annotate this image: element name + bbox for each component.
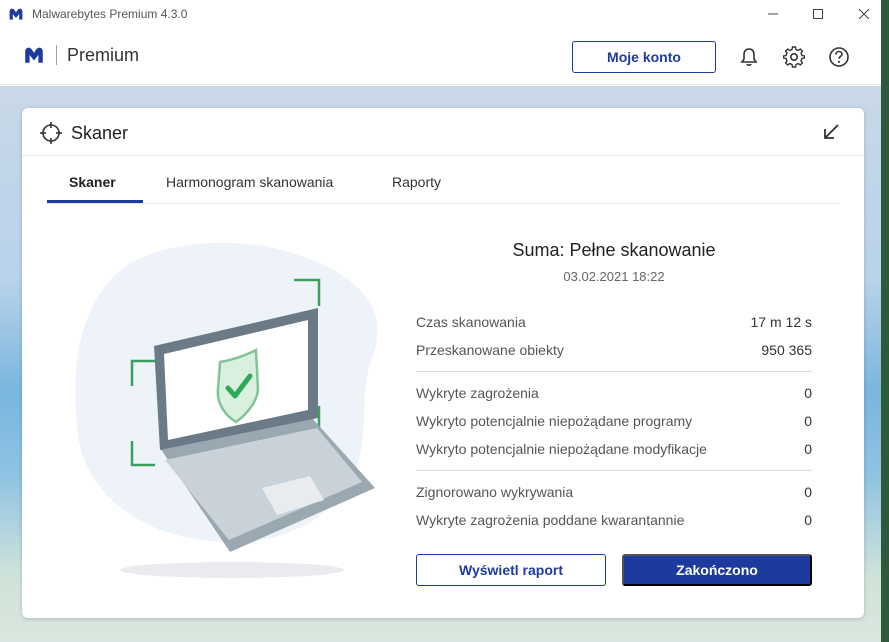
my-account-button[interactable]: Moje konto <box>572 41 716 73</box>
divider <box>416 371 812 372</box>
stat-row: Przeskanowane obiekty 950 365 <box>416 342 812 362</box>
active-tab-indicator <box>47 200 143 203</box>
brand-separator <box>56 45 57 65</box>
product-name: Premium <box>67 44 140 65</box>
stat-row: Wykryto potencjalnie niepożądane program… <box>416 413 812 433</box>
view-report-button[interactable]: Wyświetl raport <box>416 554 606 586</box>
stat-row: Wykryto potencjalnie niepożądane modyfik… <box>416 441 812 461</box>
stat-value: 17 m 12 s <box>750 314 812 330</box>
stat-value: 0 <box>804 413 812 429</box>
stat-value: 950 365 <box>761 342 812 358</box>
stat-label: Wykryto potencjalnie niepożądane program… <box>416 413 693 429</box>
summary-title: Suma: Pełne skanowanie <box>512 240 716 260</box>
stat-label: Wykryto potencjalnie niepożądane modyfik… <box>416 441 707 457</box>
bell-icon[interactable] <box>737 45 761 69</box>
crosshair-icon <box>40 122 62 144</box>
stat-label: Wykryte zagrożenia <box>416 385 539 401</box>
stat-row: Wykryte zagrożenia 0 <box>416 385 812 405</box>
stat-row: Zignorowano wykrywania 0 <box>416 484 812 504</box>
app-header: Premium Moje konto <box>0 28 889 85</box>
tab-bar: Skaner Harmonogram skanowania Raporty <box>47 156 839 204</box>
stat-value: 0 <box>804 512 812 528</box>
stat-value: 0 <box>804 441 812 457</box>
collapse-icon[interactable] <box>821 122 841 142</box>
card-title: Skaner <box>71 123 129 143</box>
stat-label: Przeskanowane obiekty <box>416 342 564 358</box>
done-button[interactable]: Zakończono <box>622 554 812 586</box>
card-header: Skaner <box>22 108 864 156</box>
window-edge <box>881 0 889 642</box>
laptop-shield-illustration <box>75 242 378 578</box>
summary-date: 03.02.2021 18:22 <box>563 269 665 284</box>
stat-value: 0 <box>804 484 812 500</box>
stat-row: Wykryte zagrożenia poddane kwarantannie … <box>416 512 812 532</box>
malwarebytes-logo-icon <box>9 8 23 20</box>
malwarebytes-logo-icon <box>25 47 43 63</box>
minimize-icon[interactable] <box>750 0 796 28</box>
brand: Premium <box>22 44 139 66</box>
maximize-icon[interactable] <box>795 0 841 28</box>
window-title: Malwarebytes Premium 4.3.0 <box>32 7 188 21</box>
gear-icon[interactable] <box>782 45 806 69</box>
tab-reports[interactable]: Raporty <box>392 174 441 204</box>
stat-value: 0 <box>804 385 812 401</box>
divider <box>416 470 812 471</box>
tab-scan-schedule[interactable]: Harmonogram skanowania <box>166 174 333 204</box>
stat-row: Czas skanowania 17 m 12 s <box>416 314 812 334</box>
stat-label: Czas skanowania <box>416 314 526 330</box>
help-icon[interactable] <box>827 45 851 69</box>
stat-label: Wykryte zagrożenia poddane kwarantannie <box>416 512 685 528</box>
scanner-card: Skaner Skaner Harmonogram skanowania Rap… <box>22 108 864 618</box>
stat-label: Zignorowano wykrywania <box>416 484 574 500</box>
